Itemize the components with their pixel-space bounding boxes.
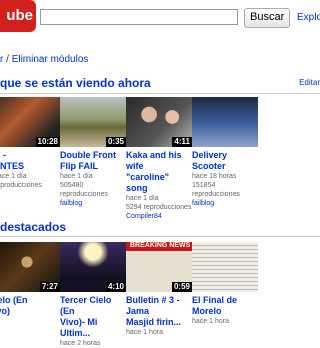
video-title[interactable]: Bulletin # 3 - Jama Masjid firin... — [126, 295, 192, 328]
video-title[interactable]: N -ENTES — [0, 150, 60, 172]
video-duration: 0:59 — [171, 282, 192, 292]
video-thumbnail[interactable]: 4:11 — [126, 97, 192, 147]
video-title-line: Bulletin # 3 - Jama — [126, 295, 180, 316]
video-title-line: Double Front Flip FAIL — [60, 150, 116, 171]
video-user[interactable]: Compiler84 — [126, 212, 192, 221]
explore-link[interactable]: Explo — [297, 12, 320, 23]
video-meta: hace 18 horas — [192, 173, 237, 180]
video-card[interactable]: El Final de Morelo hace 1 hora — [192, 242, 258, 326]
video-card[interactable]: 4:11 Kaka and his wife "caroline" song hace… — [126, 97, 192, 221]
video-meta: hace 1 hora — [192, 318, 229, 325]
modules-bar-separator: / — [6, 54, 9, 65]
video-title[interactable]: Kaka and his wife "caroline" song — [126, 150, 192, 194]
video-meta: 151854 — [192, 182, 216, 189]
video-card[interactable]: 0:35 Double Front Flip FAIL hace 1 día 5054… — [60, 97, 126, 208]
video-thumbnail[interactable] — [192, 242, 258, 292]
video-thumbnail[interactable]: 4:10 — [60, 242, 126, 292]
breaking-news-badge: BREAKING NEWS — [130, 242, 191, 249]
video-meta: hace 1 día — [0, 173, 27, 180]
section-title-featured: destacados — [0, 220, 67, 234]
video-card[interactable]: Delivery Scooter hace 18 horas 151854 repro… — [192, 97, 258, 208]
video-duration: 4:10 — [105, 282, 126, 292]
video-title[interactable]: Delivery Scooter — [192, 150, 258, 172]
video-user[interactable]: failblog — [192, 199, 258, 208]
video-title[interactable]: El Final de Morelo — [192, 295, 258, 317]
video-meta: hace 1 día — [60, 173, 93, 180]
edit-link[interactable]: Editar — [299, 78, 320, 87]
video-title-line: Tercer Cielo (En — [60, 295, 112, 316]
video-meta: hace 2 horas — [60, 340, 101, 347]
video-duration: 0:35 — [105, 137, 126, 147]
search-button[interactable]: Buscar — [244, 8, 291, 28]
video-user[interactable]: failblog — [60, 199, 126, 208]
modules-bar: r / Eliminar módulos — [0, 54, 88, 65]
video-title-line: ENTES — [0, 161, 25, 171]
modules-bar-left[interactable]: r — [0, 54, 3, 65]
video-meta: 505480 — [60, 182, 84, 189]
video-title-line: El Final de Morelo — [192, 295, 238, 316]
section-divider — [0, 93, 320, 94]
remove-modules-link[interactable]: Eliminar módulos — [12, 54, 89, 65]
video-meta: reproducciones — [192, 191, 240, 198]
video-card[interactable]: BREAKING NEWS 0:59 Bulletin # 3 - Jama Masj… — [126, 242, 192, 337]
video-meta: hace 1 hora — [126, 329, 163, 336]
section-divider — [0, 236, 320, 237]
video-title-line: Vivo)- Mi Ultim... — [60, 317, 98, 338]
video-duration: 7:27 — [39, 282, 60, 292]
video-meta: hace 1 día — [126, 195, 159, 202]
video-thumbnail[interactable]: 10:28 — [0, 97, 60, 147]
video-meta: reproducciones — [0, 182, 42, 189]
video-meta: 5294 reproducciones — [126, 204, 192, 211]
video-title[interactable]: relo (Enivo) — [0, 295, 60, 317]
video-title[interactable]: Tercer Cielo (En Vivo)- Mi Ultim... — [60, 295, 126, 339]
video-title-line: Kaka and his wife — [126, 150, 182, 171]
video-duration: 10:28 — [35, 137, 60, 147]
video-title-line: "caroline" song — [126, 172, 170, 193]
video-title-line: Masjid firin... — [126, 317, 182, 327]
video-duration: 4:11 — [172, 137, 192, 147]
video-card[interactable]: 10:28N -ENTEShace 1 díareproducciones — [0, 97, 60, 190]
video-card[interactable]: 7:27 relo (Enivo) — [0, 242, 60, 317]
video-meta: reproducciones — [60, 191, 108, 198]
video-thumbnail[interactable] — [192, 97, 258, 147]
video-thumbnail[interactable]: 7:27 — [0, 242, 60, 292]
search-input[interactable] — [40, 9, 238, 25]
video-thumbnail[interactable]: BREAKING NEWS 0:59 — [126, 242, 192, 292]
video-thumbnail[interactable]: 0:35 — [60, 97, 126, 147]
video-title-line: N - — [0, 150, 6, 160]
video-title[interactable]: Double Front Flip FAIL — [60, 150, 126, 172]
youtube-logo[interactable]: ube — [0, 0, 36, 32]
video-title-line: relo (En — [0, 295, 28, 305]
section-title-watching-now: que se están viendo ahora — [0, 76, 151, 90]
video-title-line: ivo) — [0, 306, 11, 316]
video-card[interactable]: 4:10 Tercer Cielo (En Vivo)- Mi Ultim... ha… — [60, 242, 126, 348]
video-title-line: Delivery Scooter — [192, 150, 228, 171]
